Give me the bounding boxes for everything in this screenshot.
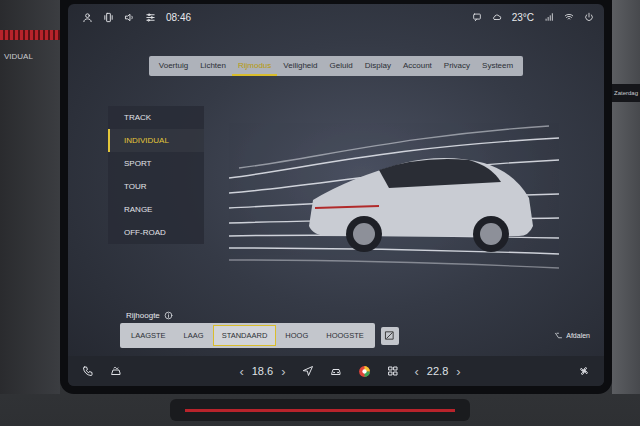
side-screen-text: VIDUAL xyxy=(0,40,60,61)
cloud-icon xyxy=(492,12,502,22)
car-graphic xyxy=(204,76,604,309)
fan-icon[interactable] xyxy=(578,365,590,377)
tab-bar: VoertuigLichtenRijmodusVeiligheidGeluidD… xyxy=(149,56,523,76)
infotainment-screen: 08:46 23°C VoertuigLichtenRijmodusVeiligh… xyxy=(68,4,604,386)
message-icon xyxy=(472,12,482,22)
drive-mode-item[interactable]: RANGE xyxy=(108,198,204,221)
left-dash: VIDUAL xyxy=(0,0,60,394)
navigation-icon[interactable] xyxy=(302,365,314,377)
ride-height-label-row: Rijhoogte xyxy=(126,311,604,320)
drive-mode-menu: TRACKINDIVIDUALSPORTTOURRANGEOFF-ROAD xyxy=(108,106,204,244)
red-trim xyxy=(0,30,60,40)
settings-tab[interactable]: Privacy xyxy=(438,56,476,76)
settings-tab[interactable]: Account xyxy=(397,56,438,76)
temperature-control: ‹ 22.8 › xyxy=(415,364,461,379)
ride-height-option[interactable]: HOOGSTE xyxy=(317,325,373,346)
main-area: TRACKINDIVIDUALSPORTTOURRANGEOFF-ROAD xyxy=(68,76,604,309)
ride-height-options: LAAGSTELAAGSTANDAARDHOOGHOOGSTE xyxy=(120,323,375,348)
drive-mode-item[interactable]: INDIVIDUAL xyxy=(108,129,204,152)
drive-mode-item[interactable]: SPORT xyxy=(108,152,204,175)
date-panel: Zaterdag xyxy=(612,84,640,102)
drive-mode-item[interactable]: TRACK xyxy=(108,106,204,129)
phone-icon[interactable] xyxy=(82,365,94,377)
temp-value: 22.8 xyxy=(427,365,448,377)
profile-icon[interactable] xyxy=(82,12,93,23)
settings-tab[interactable]: Voertuig xyxy=(153,56,194,76)
settings-tab[interactable]: Display xyxy=(359,56,397,76)
power-icon[interactable] xyxy=(584,12,594,22)
temp-up-button[interactable]: › xyxy=(281,364,285,379)
car-icon[interactable] xyxy=(330,365,342,377)
descent-label: Afdalen xyxy=(566,332,590,339)
info-icon[interactable] xyxy=(164,311,173,320)
settings-tab[interactable]: Rijmodus xyxy=(232,56,277,76)
temp-down-button[interactable]: ‹ xyxy=(239,364,243,379)
grid-icon[interactable] xyxy=(387,365,399,377)
top-area: VIDUAL 08:46 23°C VoertuigLichtenRijmodus… xyxy=(0,0,640,394)
bottom-bar: ‹ 18.6 › ‹ 22.8 › xyxy=(68,356,604,386)
settings-tab[interactable]: Veiligheid xyxy=(277,56,323,76)
speaker-icon[interactable] xyxy=(124,12,135,23)
temp-down-button[interactable]: ‹ xyxy=(415,364,419,379)
ride-height-tool-button[interactable] xyxy=(381,327,399,345)
descent-control[interactable]: Afdalen xyxy=(554,331,590,340)
car-image xyxy=(229,108,559,278)
temp-value: 18.6 xyxy=(252,365,273,377)
date-text: Zaterdag xyxy=(614,90,638,96)
ride-height-option[interactable]: STANDAARD xyxy=(213,325,277,346)
ride-height-label: Rijhoogte xyxy=(126,311,160,320)
ride-height-option[interactable]: LAAGSTE xyxy=(122,325,175,346)
settings-tab[interactable]: Lichten xyxy=(194,56,232,76)
settings-tab[interactable]: Systeem xyxy=(476,56,519,76)
right-dash: Zaterdag xyxy=(612,0,640,394)
clock: 08:46 xyxy=(166,12,191,23)
ride-height-row: LAAGSTELAAGSTANDAARDHOOGHOOGSTE Afdalen xyxy=(120,323,604,348)
vent-trim xyxy=(185,409,455,412)
app-icon[interactable] xyxy=(358,365,371,378)
sliders-icon[interactable] xyxy=(145,12,156,23)
status-bar: 08:46 23°C xyxy=(68,4,604,30)
ride-height-option[interactable]: HOOG xyxy=(276,325,317,346)
signal-icon xyxy=(544,12,554,22)
ride-height-option[interactable]: LAAG xyxy=(175,325,213,346)
temperature: 23°C xyxy=(512,12,534,23)
descent-icon xyxy=(554,331,563,340)
settings-tab[interactable]: Geluid xyxy=(324,56,359,76)
air-vent xyxy=(0,394,640,426)
temp-up-button[interactable]: › xyxy=(456,364,460,379)
drive-mode-item[interactable]: TOUR xyxy=(108,175,204,198)
vent-frame xyxy=(170,399,470,421)
car-fan-icon[interactable] xyxy=(110,365,122,377)
wifi-icon xyxy=(564,12,574,22)
drive-mode-item[interactable]: OFF-ROAD xyxy=(108,221,204,244)
dashboard: VIDUAL 08:46 23°C VoertuigLichtenRijmodus… xyxy=(0,0,640,426)
phone-vibrate-icon[interactable] xyxy=(103,12,114,23)
slope-icon xyxy=(384,330,395,341)
screen-bezel: 08:46 23°C VoertuigLichtenRijmodusVeiligh… xyxy=(60,0,612,394)
temperature-control: ‹ 18.6 › xyxy=(239,364,285,379)
